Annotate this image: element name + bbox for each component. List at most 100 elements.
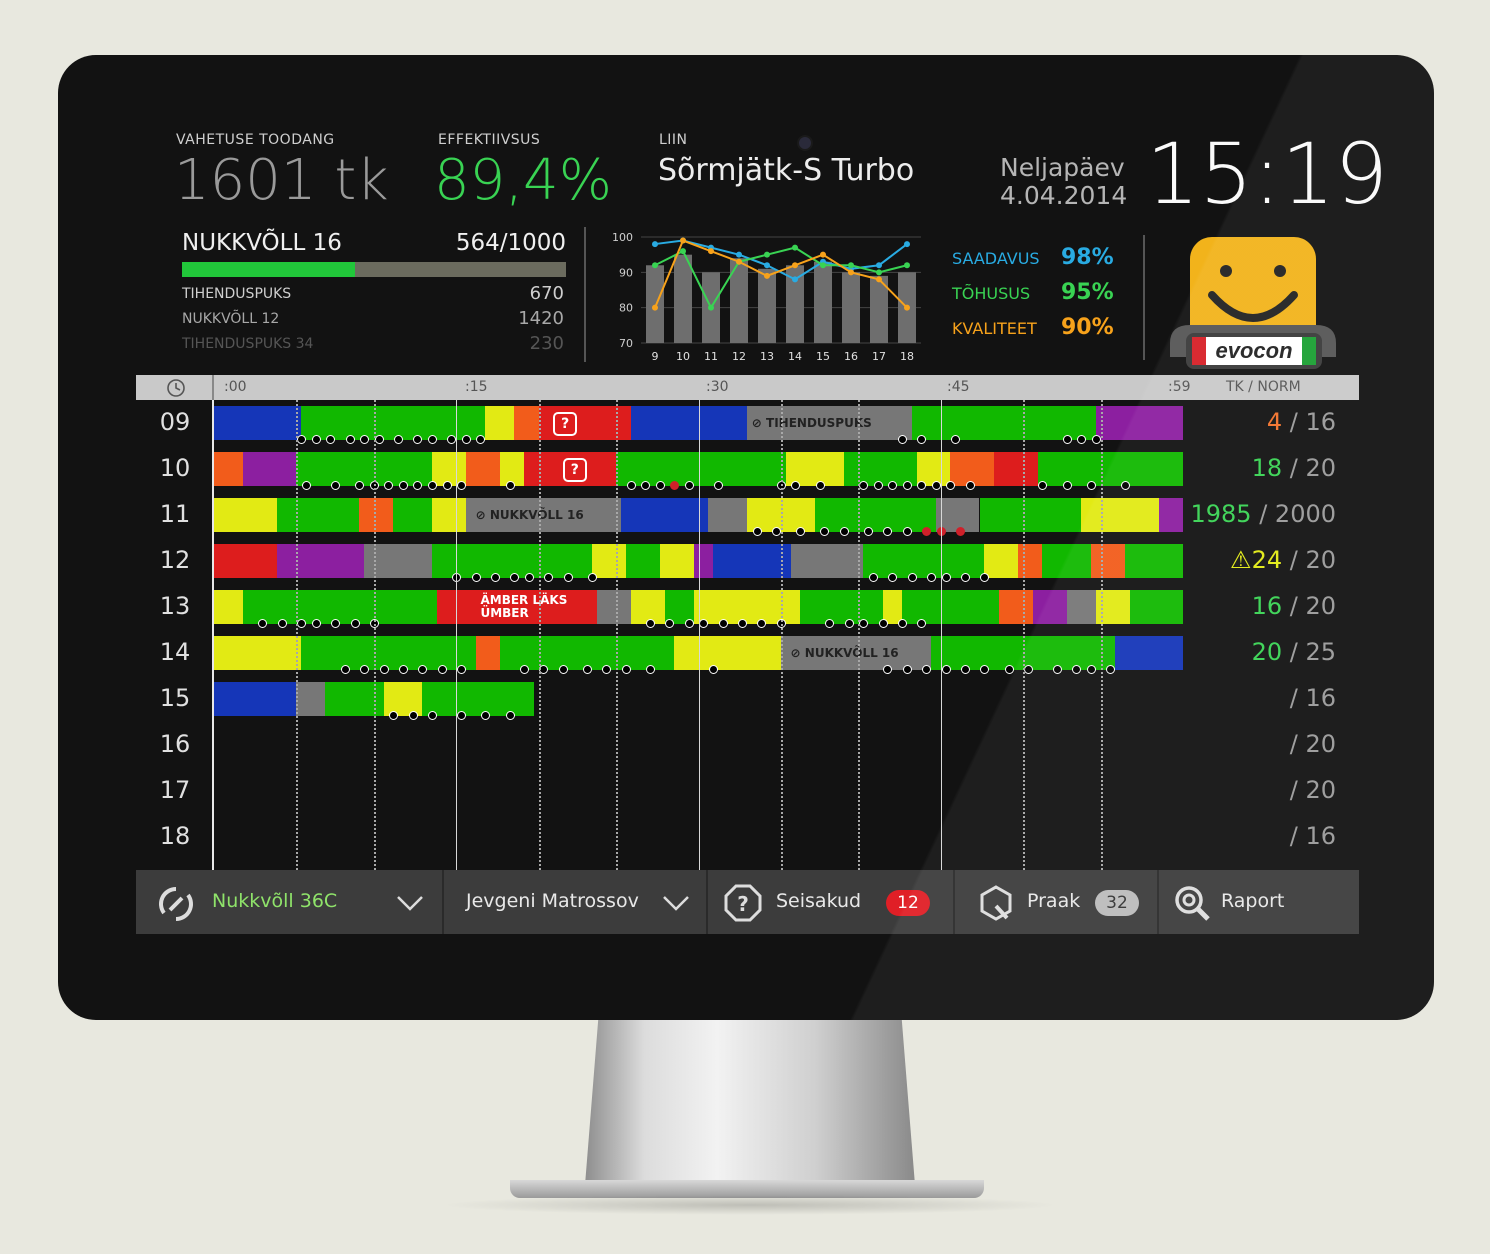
production-event-dot[interactable] xyxy=(384,481,394,490)
timeline-segment[interactable] xyxy=(1115,636,1183,670)
production-event-dot[interactable] xyxy=(471,573,481,582)
timeline-segment[interactable] xyxy=(979,498,1082,532)
production-event-dot[interactable] xyxy=(297,619,307,628)
production-event-dot[interactable] xyxy=(684,619,694,628)
production-event-dot[interactable] xyxy=(413,481,423,490)
timeline-segment[interactable] xyxy=(790,544,864,578)
timeline-segment[interactable] xyxy=(214,682,297,716)
production-event-dot[interactable] xyxy=(859,619,869,628)
production-event-dot[interactable] xyxy=(902,527,912,536)
timeline-segment[interactable] xyxy=(465,452,500,486)
timeline-segment[interactable] xyxy=(1129,590,1183,624)
production-event-dot[interactable] xyxy=(825,619,835,628)
production-event-dot[interactable] xyxy=(1072,665,1082,674)
production-event-dot[interactable] xyxy=(868,573,878,582)
timeline-segment[interactable] xyxy=(243,452,297,486)
production-event-dot[interactable] xyxy=(524,573,534,582)
timeline-segment[interactable] xyxy=(243,590,437,624)
production-event-dot[interactable] xyxy=(927,573,937,582)
timeline-segment[interactable] xyxy=(1037,452,1183,486)
production-event-dot[interactable] xyxy=(791,481,801,490)
production-event-dot[interactable] xyxy=(888,481,898,490)
production-event-dot[interactable] xyxy=(350,619,360,628)
production-event-dot[interactable] xyxy=(408,711,418,720)
timeline-segment[interactable] xyxy=(393,498,432,532)
production-event-dot[interactable] xyxy=(520,665,530,674)
timeline-segment[interactable] xyxy=(616,452,786,486)
production-event-dot[interactable] xyxy=(587,573,597,582)
production-event-dot[interactable] xyxy=(510,573,520,582)
production-event-dot[interactable] xyxy=(345,435,355,444)
production-event-dot[interactable] xyxy=(946,481,956,490)
production-event-dot[interactable] xyxy=(917,435,927,444)
production-event-dot[interactable] xyxy=(379,665,389,674)
product-changeover-tag[interactable]: ⊘ NUKKVÕLL 16 xyxy=(476,508,584,522)
production-event-dot[interactable] xyxy=(859,481,869,490)
report-button[interactable]: Raport xyxy=(1159,870,1359,934)
production-event-dot[interactable] xyxy=(796,527,806,536)
timeline-segment[interactable] xyxy=(422,682,534,716)
production-event-dot[interactable] xyxy=(374,435,384,444)
defect-event-dot[interactable] xyxy=(670,481,680,490)
timeline-segment[interactable] xyxy=(814,498,936,532)
timeline-segment[interactable] xyxy=(659,544,694,578)
production-event-dot[interactable] xyxy=(902,665,912,674)
production-event-dot[interactable] xyxy=(902,481,912,490)
timeline-segment[interactable] xyxy=(214,452,244,486)
production-event-dot[interactable] xyxy=(602,665,612,674)
production-event-dot[interactable] xyxy=(713,481,723,490)
production-event-dot[interactable] xyxy=(922,665,932,674)
production-event-dot[interactable] xyxy=(883,665,893,674)
timeline-segment[interactable] xyxy=(630,406,747,440)
timeline-segment[interactable] xyxy=(994,452,1038,486)
production-event-dot[interactable] xyxy=(626,481,636,490)
production-event-dot[interactable] xyxy=(738,619,748,628)
production-event-dot[interactable] xyxy=(980,665,990,674)
production-event-dot[interactable] xyxy=(437,665,447,674)
production-event-dot[interactable] xyxy=(360,435,370,444)
production-event-dot[interactable] xyxy=(428,435,438,444)
production-event-dot[interactable] xyxy=(457,711,467,720)
production-event-dot[interactable] xyxy=(505,711,515,720)
production-event-dot[interactable] xyxy=(539,665,549,674)
timeline-segment[interactable] xyxy=(214,498,277,532)
production-event-dot[interactable] xyxy=(646,619,656,628)
production-event-dot[interactable] xyxy=(297,435,307,444)
production-event-dot[interactable] xyxy=(1106,665,1116,674)
production-event-dot[interactable] xyxy=(1077,435,1087,444)
timeline-segment[interactable] xyxy=(1124,544,1183,578)
timeline-segment[interactable] xyxy=(475,636,500,670)
production-event-dot[interactable] xyxy=(878,619,888,628)
production-event-dot[interactable] xyxy=(563,573,573,582)
production-event-dot[interactable] xyxy=(757,619,767,628)
production-event-dot[interactable] xyxy=(897,435,907,444)
production-event-dot[interactable] xyxy=(442,481,452,490)
timeline-segment[interactable] xyxy=(693,590,801,624)
timeline-segment[interactable] xyxy=(984,544,1019,578)
production-event-dot[interactable] xyxy=(917,619,927,628)
production-event-dot[interactable] xyxy=(331,619,341,628)
timeline-segment[interactable] xyxy=(693,544,714,578)
production-event-dot[interactable] xyxy=(428,711,438,720)
production-event-dot[interactable] xyxy=(491,573,500,582)
production-event-dot[interactable] xyxy=(883,527,893,536)
timeline-segment[interactable] xyxy=(625,544,660,578)
timeline-segment[interactable] xyxy=(674,636,781,670)
production-event-dot[interactable] xyxy=(355,481,365,490)
production-event-dot[interactable] xyxy=(1004,665,1014,674)
production-event-dot[interactable] xyxy=(873,481,883,490)
production-event-dot[interactable] xyxy=(389,711,399,720)
product-changeover-tag[interactable]: ⊘ TIHENDUSPUKS xyxy=(752,416,872,430)
production-event-dot[interactable] xyxy=(839,527,849,536)
production-event-dot[interactable] xyxy=(1091,435,1101,444)
question-octagon-icon[interactable]: ? xyxy=(553,412,578,436)
production-event-dot[interactable] xyxy=(457,481,467,490)
timeline-segment[interactable] xyxy=(1066,590,1096,624)
production-event-dot[interactable] xyxy=(340,665,350,674)
timeline-segment[interactable] xyxy=(1081,498,1159,532)
timeline-segment[interactable] xyxy=(1095,406,1183,440)
timeline-segment[interactable] xyxy=(514,406,539,440)
production-event-dot[interactable] xyxy=(394,435,404,444)
product-select[interactable]: Nukkvõll 36C xyxy=(136,870,444,934)
production-event-dot[interactable] xyxy=(311,619,321,628)
